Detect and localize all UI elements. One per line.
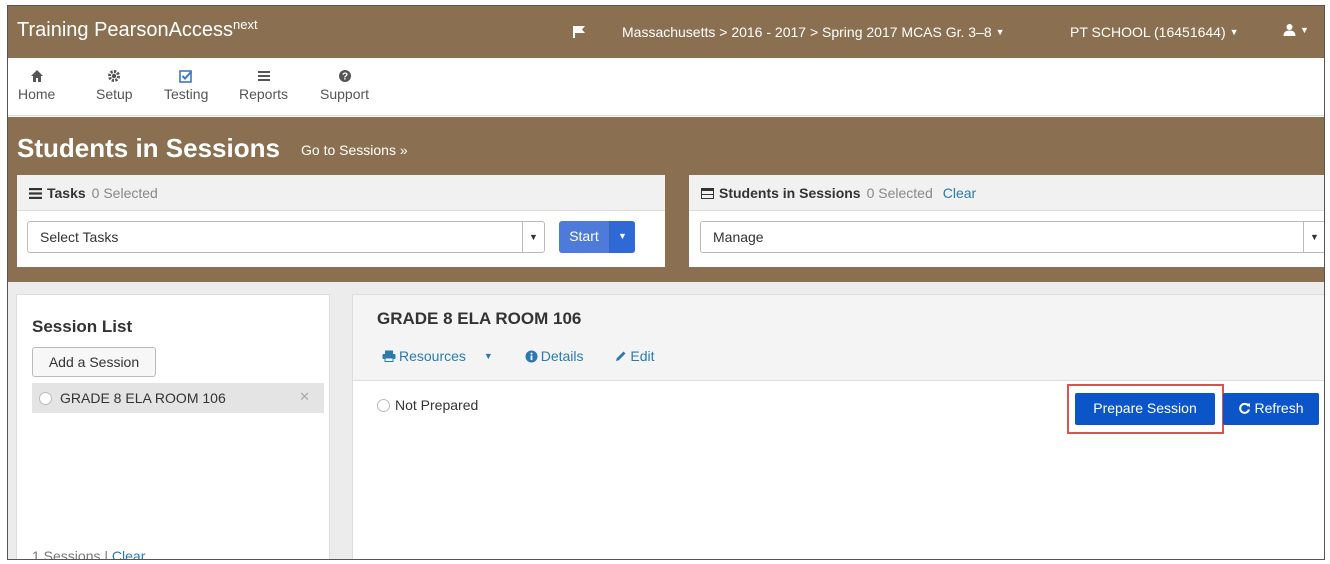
test-admin-selector[interactable]: Massachusetts > 2016 - 2017 > Spring 201… [622,24,1005,40]
list-icon [29,188,42,199]
pencil-icon [616,351,626,361]
details-link[interactable]: Details [525,348,598,364]
start-dropdown-toggle[interactable]: ▼ [609,221,635,253]
status-indicator [377,399,390,412]
list-icon [257,71,270,81]
session-radio[interactable] [39,392,52,405]
students-in-sessions-panel: Students in Sessions 0 Selected Clear Mana… [689,175,1324,267]
session-list-footer: 1 Sessions | Clear [32,548,145,559]
session-title: GRADE 8 ELA ROOM 106 [377,309,582,328]
nav-testing[interactable]: Testing [164,68,208,102]
svg-text:?: ? [341,72,347,83]
clear-selection-link[interactable]: Clear [943,185,976,201]
refresh-button[interactable]: Refresh [1223,393,1319,425]
students-panel-header: Students in Sessions 0 Selected Clear [689,175,1324,211]
caret-down-icon: ▼ [1229,27,1239,37]
session-list-item[interactable]: GRADE 8 ELA ROOM 106 ✕ [32,383,324,413]
help-icon: ? [338,70,351,83]
gear-icon [108,70,121,82]
go-to-sessions-link[interactable]: Go to Sessions » [301,142,408,158]
remove-session-icon[interactable]: ✕ [299,389,310,405]
add-session-button[interactable]: Add a Session [32,347,156,377]
tasks-panel-header: Tasks 0 Selected [17,175,665,211]
session-status: Not Prepared [377,397,478,413]
caret-down-icon: ▼ [995,27,1005,37]
checkbox-icon [179,70,193,83]
table-icon [701,188,714,199]
prepare-session-button[interactable]: Prepare Session [1075,393,1215,425]
session-detail-header: GRADE 8 ELA ROOM 106 Resources ▼ Details … [353,295,1324,381]
tasks-panel: Tasks 0 Selected Select Tasks ▼ Start ▼ [17,175,665,267]
caret-down-icon: ▼ [522,222,544,252]
nav-home[interactable]: Home [18,68,55,102]
nav-reports[interactable]: Reports [239,68,288,102]
manage-dropdown[interactable]: Manage ▼ [700,221,1324,253]
flag-icon[interactable] [572,25,586,39]
page-title: Students in Sessions [17,133,280,163]
start-button[interactable]: Start [559,221,609,253]
refresh-icon [1239,402,1251,414]
resources-menu[interactable]: Resources ▼ [382,348,507,364]
user-icon [1283,24,1296,36]
nav-setup[interactable]: Setup [96,68,133,102]
organization-selector[interactable]: PT SCHOOL (16451644) ▼ [1070,24,1239,40]
session-list-panel: Session List Add a Session GRADE 8 ELA R… [16,294,330,559]
nav-support[interactable]: ? Support [320,68,369,102]
caret-down-icon: ▼ [483,351,493,361]
brand-logo[interactable]: Training PearsonAccessnext [17,17,258,42]
app-window: Training PearsonAccessnext Massachusetts… [7,5,1325,560]
edit-link[interactable]: Edit [615,348,668,364]
home-icon [30,70,43,82]
clear-sessions-link[interactable]: Clear [112,548,145,559]
session-list-title: Session List [32,317,133,336]
session-actions: Resources ▼ Details Edit [382,348,683,364]
content-area: Session List Add a Session GRADE 8 ELA R… [8,282,1324,559]
caret-down-icon: ▼ [1300,25,1309,35]
caret-down-icon: ▼ [1303,222,1324,252]
page-header-band: Students in Sessions Go to Sessions » Ta… [8,117,1324,282]
print-icon [382,350,396,362]
user-menu[interactable]: ▼ [1283,22,1309,38]
main-nav: Home Setup Testing Reports ? Support [8,58,1324,116]
top-bar: Training PearsonAccessnext Massachusetts… [8,6,1324,58]
info-icon [525,350,538,363]
start-button-group: Start ▼ [559,221,635,253]
select-tasks-dropdown[interactable]: Select Tasks ▼ [27,221,545,253]
session-detail-panel: GRADE 8 ELA ROOM 106 Resources ▼ Details … [352,294,1324,559]
